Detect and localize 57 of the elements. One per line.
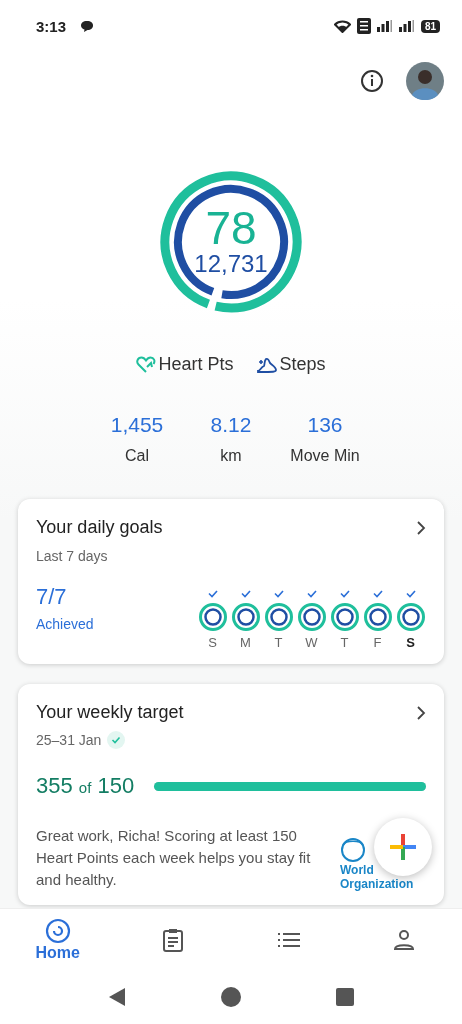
day-rings-icon bbox=[362, 602, 393, 632]
stat-label: km bbox=[220, 447, 242, 465]
signal-icon bbox=[376, 20, 393, 32]
chat-bubble-icon bbox=[80, 19, 95, 33]
logo-text: Organization bbox=[340, 877, 414, 891]
day-label: T bbox=[340, 635, 349, 650]
stat-label: Move Min bbox=[290, 447, 360, 465]
info-icon[interactable] bbox=[360, 69, 384, 93]
avatar[interactable] bbox=[406, 62, 444, 100]
heart-icon bbox=[136, 355, 157, 374]
list-icon bbox=[277, 932, 300, 948]
goals-status: Achieved bbox=[36, 616, 94, 632]
stat-value: 8.12 bbox=[210, 413, 252, 437]
day-label: T bbox=[274, 635, 283, 650]
steps-value: 12,731 bbox=[194, 250, 268, 278]
card-title: Your daily goals bbox=[36, 517, 163, 538]
ring-icon bbox=[44, 918, 71, 944]
day-label: W bbox=[305, 635, 318, 650]
legend-label: Steps bbox=[279, 354, 326, 375]
volte-icon bbox=[356, 18, 371, 34]
heart-points-value: 78 bbox=[205, 206, 257, 250]
day-rings-icon bbox=[395, 602, 426, 632]
home-circle-icon[interactable] bbox=[221, 987, 241, 1007]
clipboard-icon bbox=[162, 928, 185, 952]
card-subtitle: Last 7 days bbox=[36, 548, 109, 564]
day-label: S bbox=[208, 635, 217, 650]
recents-icon[interactable] bbox=[336, 988, 355, 1006]
clock-time: 3:13 bbox=[36, 17, 67, 35]
day-rings-icon bbox=[329, 602, 360, 632]
chevron-right-icon[interactable] bbox=[416, 520, 426, 535]
legend-label: Heart Pts bbox=[158, 354, 234, 375]
signal-icon bbox=[398, 20, 415, 32]
wifi-icon bbox=[333, 19, 351, 33]
logo-text: World bbox=[340, 863, 374, 877]
daily-goals-card[interactable]: Your daily goals Last 7 days 7/7 Achieved S M T W T F S bbox=[18, 499, 444, 664]
back-icon[interactable] bbox=[107, 987, 126, 1007]
day-label: M bbox=[240, 635, 251, 650]
day-rings-icon bbox=[230, 602, 261, 632]
day-label: F bbox=[373, 635, 382, 650]
day-label: S bbox=[406, 635, 415, 650]
day-rings-icon bbox=[263, 602, 294, 632]
shoe-icon bbox=[255, 355, 278, 374]
target-score: 355 of 150 bbox=[36, 773, 135, 799]
goals-count: 7/7 bbox=[36, 584, 68, 610]
date-range: 25–31 Jan bbox=[36, 732, 102, 748]
globe-emblem-icon bbox=[340, 837, 366, 863]
stat-label: Cal bbox=[125, 447, 149, 465]
plus-icon bbox=[390, 834, 416, 860]
stat-value: 136 bbox=[307, 413, 343, 437]
chevron-right-icon[interactable] bbox=[416, 705, 426, 720]
stat-value: 1,455 bbox=[110, 413, 164, 437]
day-rings-icon bbox=[296, 602, 327, 632]
battery-level: 81 bbox=[420, 19, 440, 33]
message-text: Great work, Richa! Scoring at least 150 Heart Points each week helps you stay fit and healthy. bbox=[36, 826, 312, 890]
card-title: Your weekly target bbox=[36, 702, 184, 723]
person-icon bbox=[393, 929, 416, 951]
day-rings-icon bbox=[197, 602, 228, 632]
